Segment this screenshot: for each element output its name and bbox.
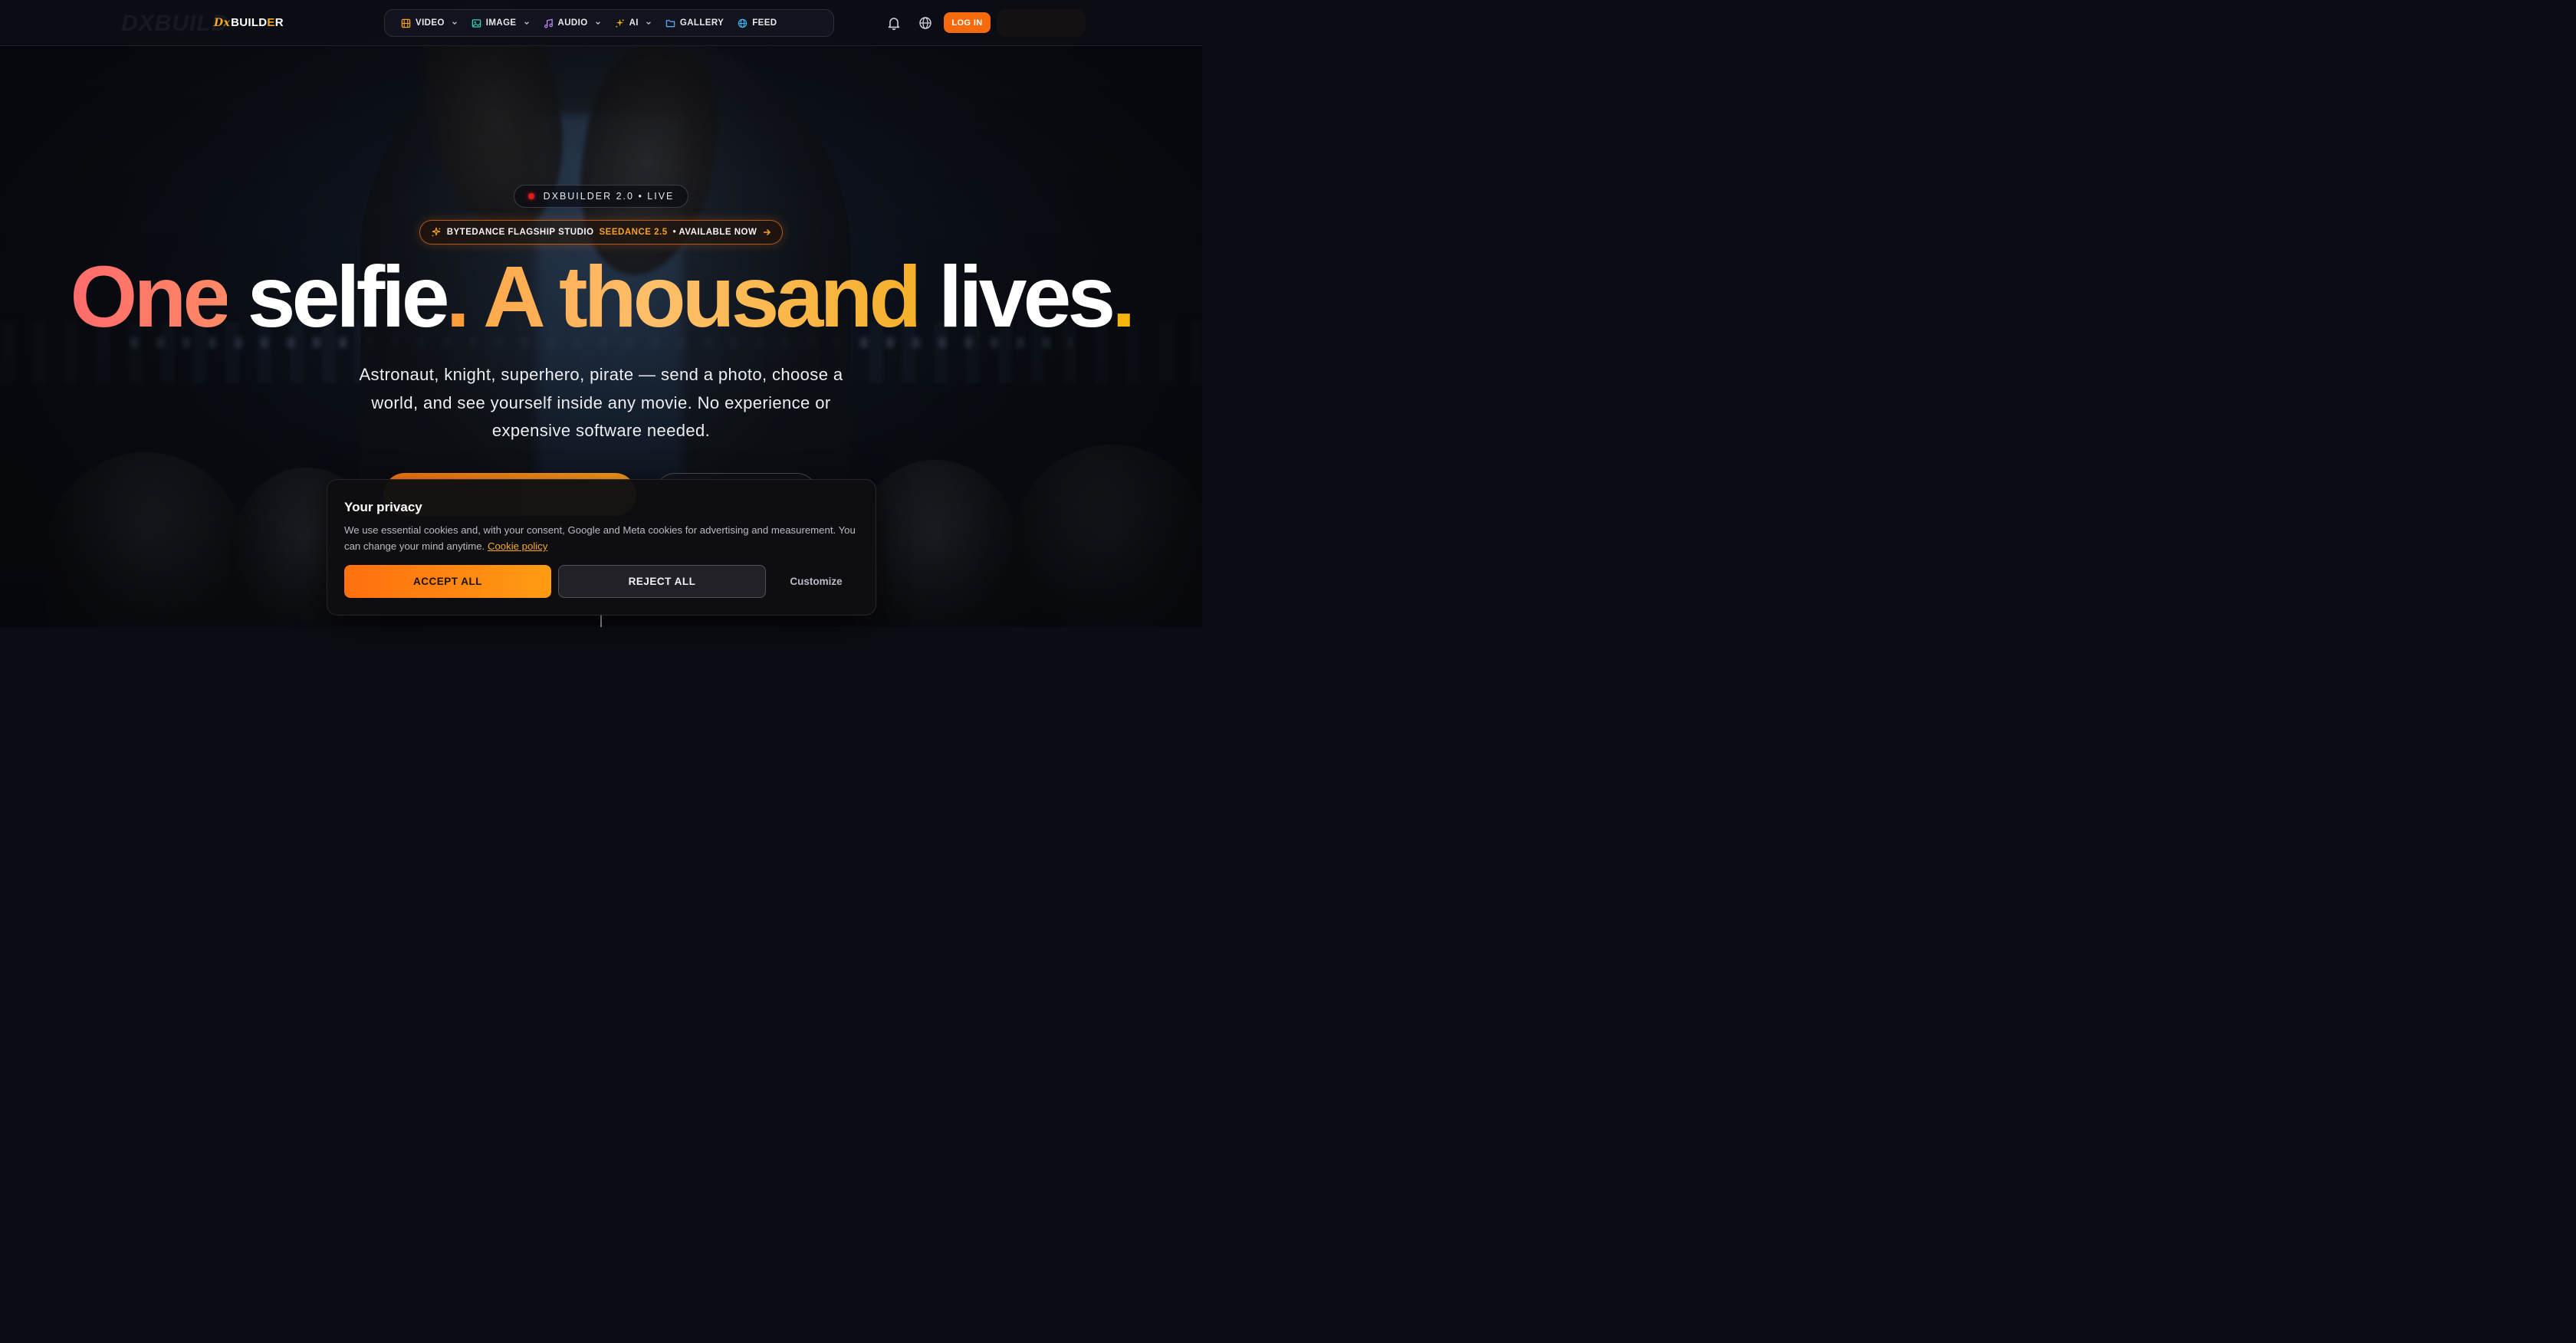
cookie-title: Your privacy	[344, 500, 422, 514]
language-globe-icon[interactable]	[918, 16, 932, 30]
ghost-cta-button	[997, 9, 1086, 37]
main-nav: VIDEO IMAGE AUDIO AI GALLERY FEED	[384, 9, 834, 37]
sparkles-icon	[615, 18, 625, 28]
nav-image-label: IMAGE	[485, 18, 517, 28]
nav-audio-label: AUDIO	[557, 18, 588, 28]
reject-all-button[interactable]: REJECT ALL	[558, 565, 766, 598]
nav-image[interactable]: IMAGE	[465, 9, 537, 37]
brand-logo[interactable]: Dx BUILDER	[214, 16, 284, 29]
cookie-policy-link[interactable]: Cookie policy	[488, 540, 547, 552]
arrow-right-icon	[764, 228, 771, 236]
headline-one: One	[70, 248, 231, 345]
hero-subtitle: Astronaut, knight, superhero, pirate — s…	[359, 365, 843, 440]
headline-thousand: A thousand	[483, 248, 922, 345]
nav-gallery-label: GALLERY	[679, 18, 724, 28]
seedance-promo-pill[interactable]: BYTEDANCE FLAGSHIP STUDIO SEEDANCE 2.5 •…	[419, 220, 783, 245]
film-icon	[401, 18, 411, 28]
hero-headline: One selfie. A thousand lives.	[0, 253, 1202, 341]
nav-ai-label: AI	[629, 18, 639, 28]
nav-feed-label: FEED	[752, 18, 777, 28]
chevron-down-icon	[646, 21, 651, 25]
folder-icon	[665, 18, 675, 28]
chevron-down-icon	[524, 21, 529, 25]
nav-video[interactable]: VIDEO	[394, 9, 465, 37]
chevron-down-icon	[452, 21, 457, 25]
music-icon	[544, 18, 554, 28]
cookie-description: We use essential cookies and, with your …	[344, 524, 856, 552]
sparkles-icon	[432, 227, 441, 237]
live-dot-icon	[527, 193, 534, 199]
login-button[interactable]: LOG IN	[944, 12, 991, 33]
headline-lives: lives	[938, 248, 1116, 345]
globe-icon	[738, 18, 748, 28]
logo-mark: Dx	[214, 16, 231, 29]
promo-available-text: • AVAILABLE NOW	[672, 228, 757, 237]
notifications-bell-icon[interactable]	[886, 15, 902, 31]
headline-dot-2: .	[1112, 248, 1135, 345]
nav-gallery[interactable]: GALLERY	[659, 9, 731, 37]
headline-dot-1: .	[445, 248, 470, 345]
logo-watermark: DXBUILD	[121, 11, 229, 36]
top-navbar: DXBUILD Dx BUILDER VIDEO IMAGE AUDIO AI …	[0, 0, 1202, 46]
nav-feed[interactable]: FEED	[731, 9, 784, 37]
nav-audio[interactable]: AUDIO	[537, 9, 608, 37]
promo-studio-text: BYTEDANCE FLAGSHIP STUDIO	[446, 228, 594, 237]
live-status-badge: DXBUILDER 2.0 • LIVE	[514, 185, 688, 208]
cookie-consent-dialog: Your privacy We use essential cookies an…	[327, 479, 876, 616]
nav-ai[interactable]: AI	[608, 9, 659, 37]
customize-button[interactable]: Customize	[772, 565, 860, 598]
image-icon	[472, 18, 481, 28]
promo-model-text: SEEDANCE 2.5	[599, 228, 668, 237]
nav-video-label: VIDEO	[416, 18, 445, 28]
live-badge-text: DXBUILDER 2.0 • LIVE	[543, 191, 675, 202]
chevron-down-icon	[595, 21, 600, 25]
headline-selfie: selfie	[247, 248, 450, 345]
logo-word: BUILDER	[231, 16, 284, 29]
accept-all-button[interactable]: ACCEPT ALL	[344, 565, 551, 598]
